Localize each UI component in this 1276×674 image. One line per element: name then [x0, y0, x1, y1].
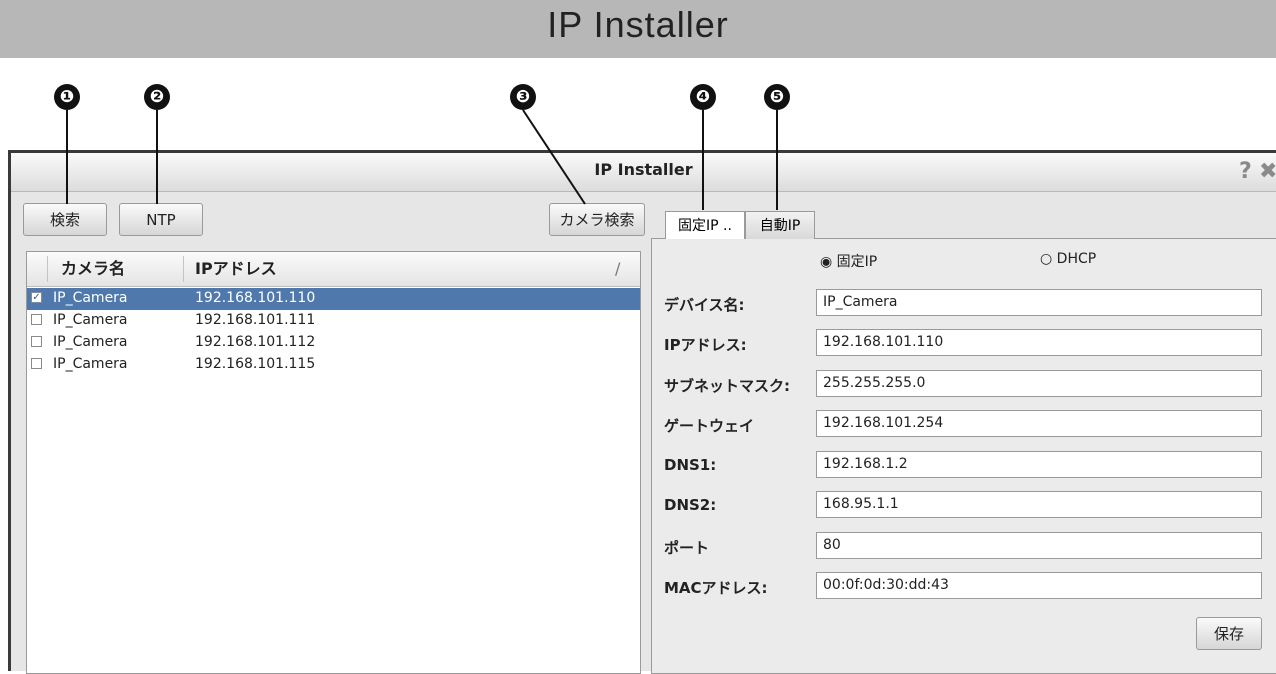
- row-ip-address: 192.168.101.115: [195, 356, 316, 372]
- window-title: IP Installer: [594, 160, 693, 179]
- callout-4: ❹: [690, 84, 716, 110]
- callout-1: ❶: [54, 84, 80, 110]
- tab-static-ip[interactable]: 固定IP ..: [665, 211, 745, 239]
- row-ip-address: 192.168.101.112: [195, 334, 316, 350]
- ip-installer-window: IP Installer ? ✖ 検索 NTP カメラ検索 カメラ名 IPアドレ…: [8, 150, 1276, 674]
- help-icon[interactable]: ?: [1239, 159, 1252, 184]
- label-subnet-mask: サブネットマスク:: [664, 377, 790, 395]
- tab-auto-ip[interactable]: 自動IP: [745, 211, 815, 239]
- column-divider: [183, 256, 184, 282]
- row-checkbox[interactable]: ✓: [31, 292, 42, 303]
- radio-dhcp[interactable]: ○ DHCP: [1040, 251, 1096, 267]
- dns1-field[interactable]: 192.168.1.2: [816, 451, 1262, 478]
- gateway-field[interactable]: 192.168.101.254: [816, 410, 1262, 437]
- save-button[interactable]: 保存: [1196, 617, 1262, 650]
- label-mac-address: MACアドレス:: [664, 579, 768, 597]
- callout-3: ❸: [510, 84, 536, 110]
- row-checkbox[interactable]: [31, 336, 42, 347]
- camera-search-button[interactable]: カメラ検索: [549, 203, 645, 236]
- radio-static-ip[interactable]: ◉ 固定IP: [820, 251, 877, 271]
- row-camera-name: IP_Camera: [53, 334, 128, 350]
- row-ip-address: 192.168.101.111: [195, 312, 316, 328]
- table-row[interactable]: IP_Camera 192.168.101.115: [27, 354, 640, 376]
- label-gateway: ゲートウェイ: [664, 417, 755, 435]
- label-ip-address: IPアドレス:: [664, 336, 747, 354]
- column-divider: [47, 256, 48, 282]
- row-ip-address: 192.168.101.110: [195, 290, 316, 306]
- column-resize-icon[interactable]: /: [615, 252, 620, 286]
- row-checkbox[interactable]: [31, 358, 42, 369]
- camera-list: カメラ名 IPアドレス / ✓ IP_Camera 192.168.101.11…: [26, 251, 641, 674]
- titlebar: IP Installer ? ✖: [11, 153, 1276, 192]
- label-device-name: デバイス名:: [664, 296, 745, 314]
- label-dns2: DNS2:: [664, 496, 717, 514]
- subnet-mask-field[interactable]: 255.255.255.0: [816, 370, 1262, 397]
- column-header-ip-address[interactable]: IPアドレス: [195, 252, 277, 286]
- row-camera-name: IP_Camera: [53, 290, 128, 306]
- close-icon[interactable]: ✖: [1259, 159, 1276, 184]
- banner: IP Installer: [0, 0, 1276, 58]
- device-name-field[interactable]: IP_Camera: [816, 289, 1262, 316]
- label-dns1: DNS1:: [664, 456, 717, 474]
- row-camera-name: IP_Camera: [53, 356, 128, 372]
- search-button[interactable]: 検索: [23, 203, 107, 236]
- banner-title: IP Installer: [547, 4, 729, 45]
- column-header-camera-name[interactable]: カメラ名: [61, 252, 125, 286]
- ntp-button[interactable]: NTP: [119, 203, 203, 236]
- list-header: カメラ名 IPアドレス /: [27, 252, 640, 287]
- table-row[interactable]: IP_Camera 192.168.101.112: [27, 332, 640, 354]
- tab-content: ◉ 固定IP ○ DHCP デバイス名: IP_Camera IPアドレス: 1…: [651, 238, 1276, 674]
- row-checkbox[interactable]: [31, 314, 42, 325]
- ip-address-field[interactable]: 192.168.101.110: [816, 329, 1262, 356]
- dns2-field[interactable]: 168.95.1.1: [816, 491, 1262, 518]
- settings-panel: 固定IP .. 自動IP ◉ 固定IP ○ DHCP デバイス名: IP_Cam…: [651, 211, 1276, 674]
- callout-5: ❺: [764, 84, 790, 110]
- port-field[interactable]: 80: [816, 532, 1262, 559]
- table-row[interactable]: IP_Camera 192.168.101.111: [27, 310, 640, 332]
- row-camera-name: IP_Camera: [53, 312, 128, 328]
- mac-address-field[interactable]: 00:0f:0d:30:dd:43: [816, 572, 1262, 599]
- label-port: ポート: [664, 539, 710, 557]
- table-row[interactable]: ✓ IP_Camera 192.168.101.110: [27, 288, 640, 310]
- callout-2: ❷: [144, 84, 170, 110]
